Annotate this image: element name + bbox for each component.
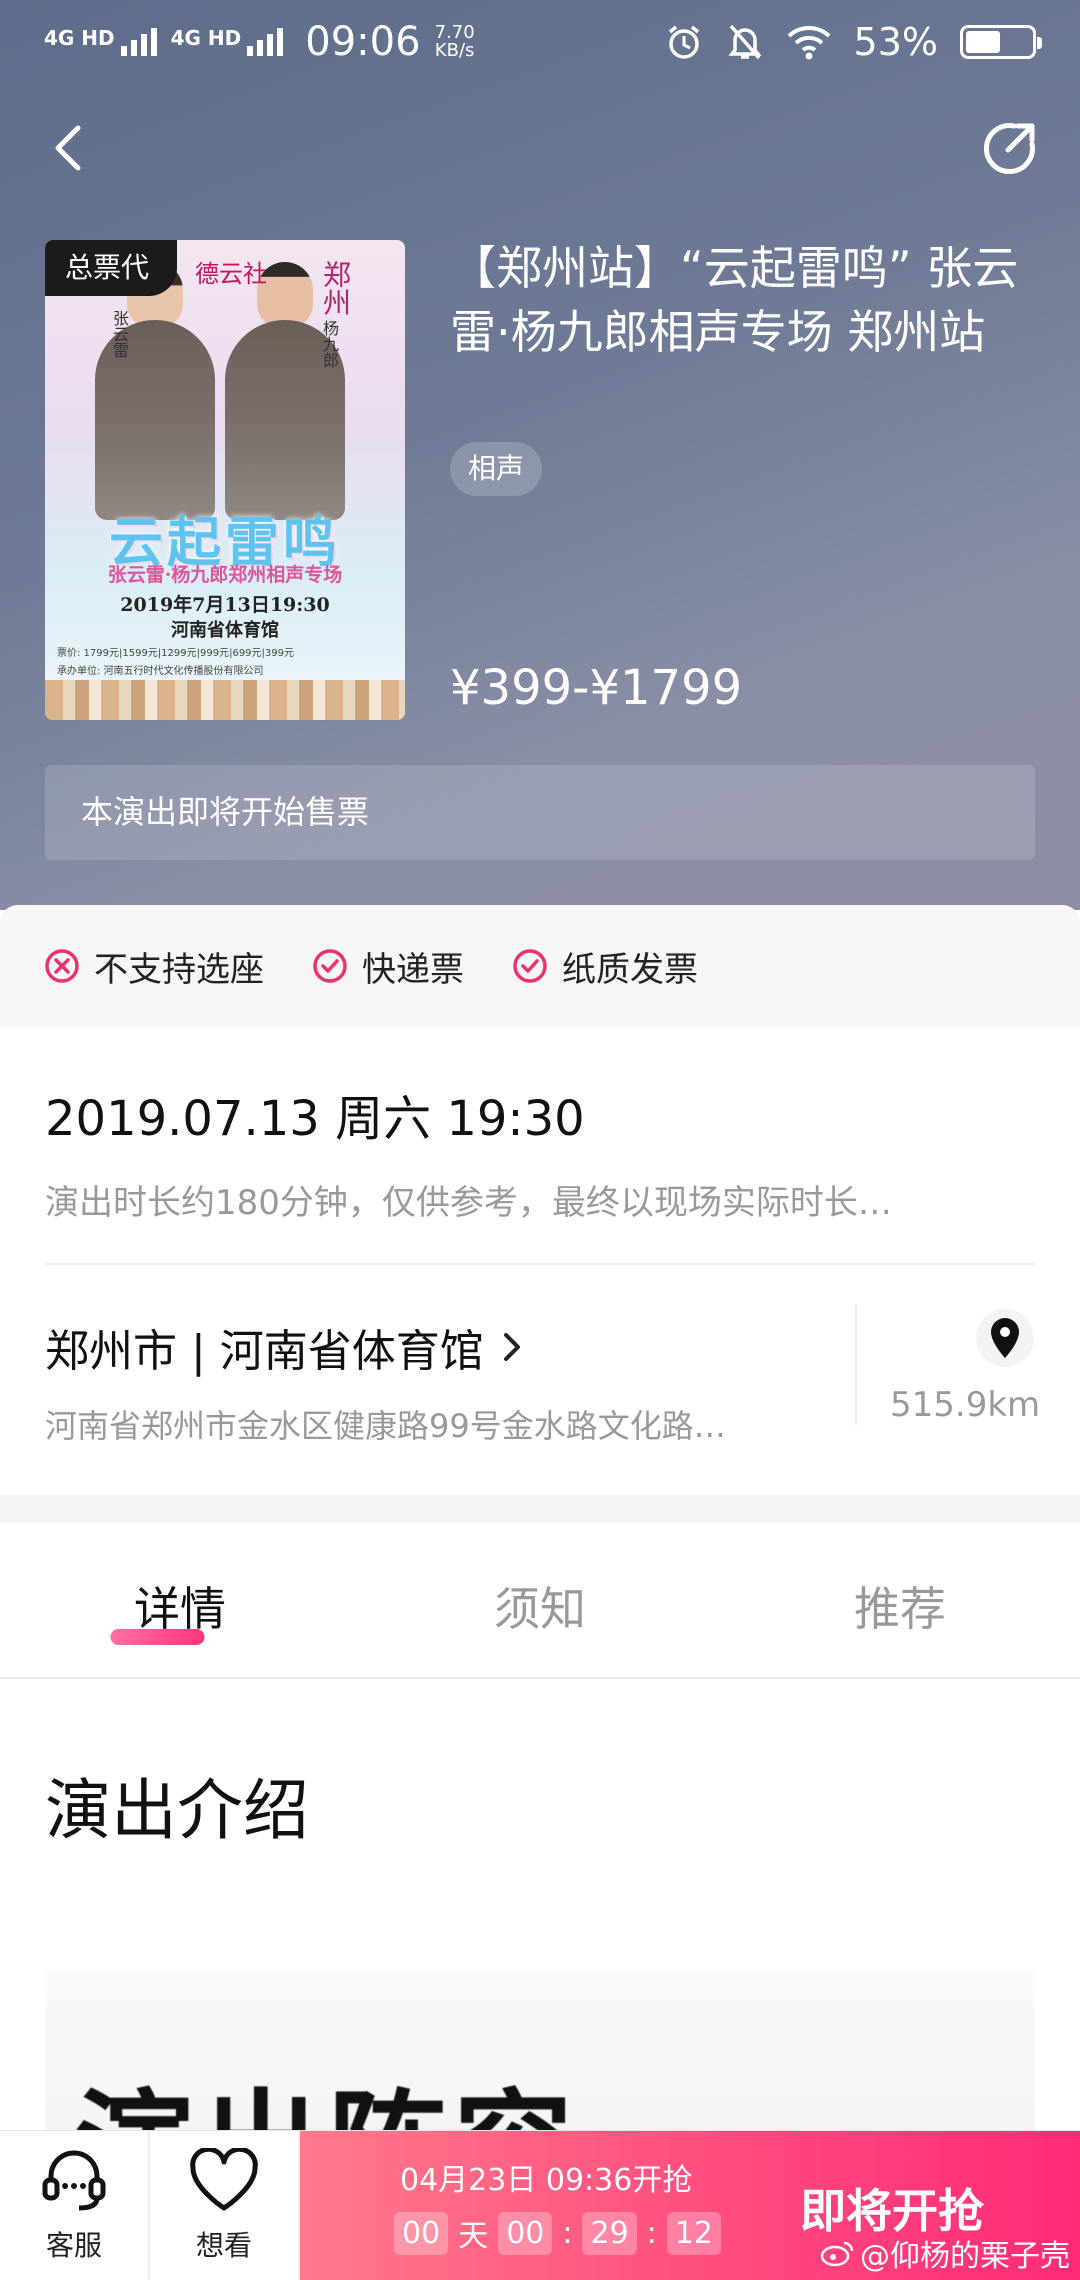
- service-features: 不支持选座 快递票 纸质发票: [0, 905, 1080, 1027]
- circle-check-icon: [513, 949, 547, 983]
- watermark-text: @仰杨的栗子壳: [860, 2239, 1070, 2274]
- poster-prices: 票价: 1799元|1599元|1299元|999元|699元|399元: [57, 648, 295, 659]
- heart-icon: [190, 2148, 258, 2211]
- mute-bell-icon: [728, 24, 762, 60]
- bottom-action-bar: 客服 想看 04月23日 09:36开抢 00 天 00 : 29 : 12 即…: [0, 2130, 1080, 2280]
- price-range: ¥399-¥1799: [450, 660, 743, 716]
- venue-separator: [855, 1305, 857, 1425]
- wish-label: 想看: [195, 2229, 252, 2262]
- poster-logo: 德云社: [195, 260, 267, 288]
- venue-block[interactable]: 郑州市 | 河南省体育馆 河南省郑州市金水区健康路99号金水路文化路… 515.…: [0, 1265, 1080, 1495]
- customer-service-button[interactable]: 客服: [0, 2131, 150, 2280]
- detail-tabs: 详情 须知 推荐: [0, 1523, 1080, 1679]
- share-icon[interactable]: [980, 118, 1040, 178]
- section-gap: [0, 1495, 1080, 1523]
- network-type-1: 4G HD: [44, 26, 115, 50]
- poster-venue: 河南省体育馆: [171, 620, 279, 641]
- alarm-icon: [668, 25, 699, 59]
- venue-address: 河南省郑州市金水区健康路99号金水路文化路…: [45, 1407, 726, 1445]
- circle-x-icon: [45, 949, 79, 983]
- network-type-2: 4G HD: [170, 26, 242, 50]
- speed-unit: KB/s: [434, 40, 475, 61]
- feature-label: 快递票: [362, 949, 464, 990]
- show-title: 【郑州站】“云起雷鸣” 张云雷·杨九郎相声专场 郑州站: [450, 241, 1019, 359]
- venue-name: 郑州市 | 河南省体育馆: [45, 1326, 484, 1377]
- sale-notice-bar: 本演出即将开始售票: [45, 765, 1035, 860]
- chevron-right-icon: [503, 1333, 520, 1361]
- category-tag[interactable]: 相声: [450, 442, 543, 496]
- agency-badge: 总票代: [45, 240, 178, 296]
- service-label: 客服: [45, 2229, 102, 2262]
- wish-button[interactable]: 想看: [150, 2131, 300, 2280]
- feature-label: 不支持选座: [94, 949, 264, 990]
- tab-label: 须知: [494, 1582, 586, 1636]
- countdown-separator: :: [646, 2215, 657, 2251]
- show-header: 4G HD 4G HD 09:06 7.70 KB/s 53% 总票代 德云社 …: [0, 0, 1080, 910]
- map-pin-button[interactable]: [976, 1309, 1034, 1367]
- weibo-icon: [820, 2241, 854, 2267]
- countdown-timer: 00 天 00 : 29 : 12: [394, 2211, 721, 2255]
- tab-label: 推荐: [854, 1582, 946, 1636]
- poster-name-right: 杨九郎: [320, 320, 339, 368]
- detail-card: 不支持选座 快递票 纸质发票 2019.07.13 周六 19:30 演出时长约…: [0, 905, 1080, 2280]
- back-arrow-icon[interactable]: [40, 118, 100, 178]
- section-title: 演出介绍: [45, 1772, 309, 1849]
- map-pin-icon: [991, 1318, 1019, 1358]
- feature-paper-invoice: 纸质发票: [512, 942, 698, 991]
- poster-subtitle: 张云雷·杨九郎郑州相声专场: [107, 564, 343, 586]
- clock: 09:06: [305, 19, 421, 65]
- countdown-day-unit: 天: [458, 2219, 489, 2254]
- battery-fill: [966, 31, 1000, 53]
- feature-express-ticket: 快递票: [312, 942, 464, 991]
- sale-start-time: 04月23日 09:36开抢: [400, 2163, 693, 2198]
- tab-notice[interactable]: 须知: [360, 1523, 720, 1677]
- feature-label: 纸质发票: [562, 949, 698, 990]
- status-bar: 4G HD 4G HD 09:06 7.70 KB/s 53%: [0, 0, 1080, 84]
- poster-skyline: [45, 680, 405, 720]
- circle-check-icon: [313, 949, 347, 983]
- buy-button[interactable]: 04月23日 09:36开抢 00 天 00 : 29 : 12 即将开抢 @仰…: [300, 2131, 1080, 2280]
- feature-no-seat-selection: 不支持选座: [44, 942, 264, 991]
- venue-name-row[interactable]: 郑州市 | 河南省体育馆: [45, 1315, 1035, 1379]
- show-datetime: 2019.07.13 周六 19:30: [45, 1091, 585, 1147]
- show-poster[interactable]: 总票代 德云社 郑州 张云雷 杨九郎 云起雷鸣 张云雷·杨九郎郑州相声专场 20…: [45, 240, 405, 720]
- wifi-icon: [787, 26, 830, 60]
- countdown-days: 00: [394, 2211, 449, 2255]
- tab-label: 详情: [134, 1582, 226, 1636]
- headset-icon: [42, 2150, 106, 2211]
- countdown-minutes: 29: [582, 2211, 637, 2255]
- network-speed: 7.70 KB/s: [435, 24, 475, 60]
- signal-icon: 4G HD: [44, 28, 157, 56]
- poster-organizer: 承办单位: 河南五行时代文化传播股份有限公司: [57, 666, 264, 677]
- countdown-seconds: 12: [666, 2211, 721, 2255]
- poster-city: 郑州: [319, 260, 352, 316]
- weibo-watermark: @仰杨的栗子壳: [820, 2231, 1070, 2275]
- tab-recommend[interactable]: 推荐: [720, 1523, 1080, 1677]
- countdown-separator: :: [562, 2215, 573, 2251]
- signal-icon-2: 4G HD: [171, 28, 284, 56]
- tab-details[interactable]: 详情: [0, 1523, 360, 1677]
- poster-name-left: 张云雷: [110, 310, 129, 358]
- battery-percent: 53%: [853, 20, 938, 64]
- duration-note: 演出时长约180分钟，仅供参考，最终以现场实际时长…: [45, 1183, 892, 1223]
- venue-distance: 515.9km: [890, 1385, 1041, 1425]
- battery-icon: [960, 25, 1042, 59]
- schedule-block[interactable]: 2019.07.13 周六 19:30 演出时长约180分钟，仅供参考，最终以现…: [0, 1027, 1080, 1263]
- countdown-hours: 00: [498, 2211, 553, 2255]
- poster-date: 2019年7月13日19:30: [120, 594, 330, 616]
